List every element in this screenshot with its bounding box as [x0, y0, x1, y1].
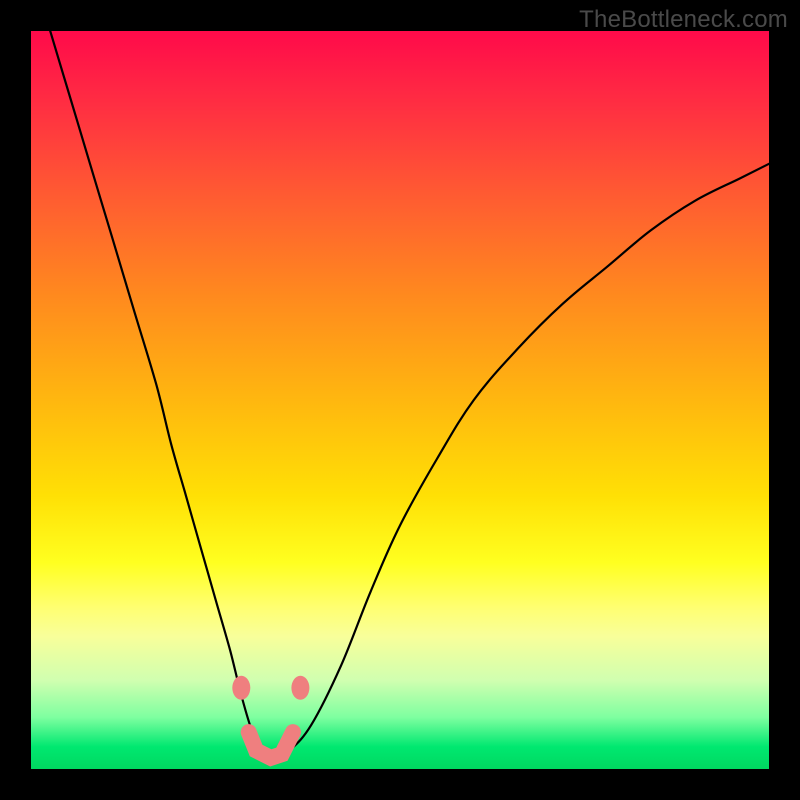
bottleneck-curve-svg: [31, 31, 769, 769]
bottleneck-curve-path: [46, 16, 769, 758]
valley-dot-left: [232, 676, 250, 700]
marker-group: [232, 676, 309, 758]
valley-highlight: [249, 732, 293, 758]
valley-dot-right: [291, 676, 309, 700]
chart-plot-area: [31, 31, 769, 769]
watermark-text: TheBottleneck.com: [579, 6, 788, 34]
